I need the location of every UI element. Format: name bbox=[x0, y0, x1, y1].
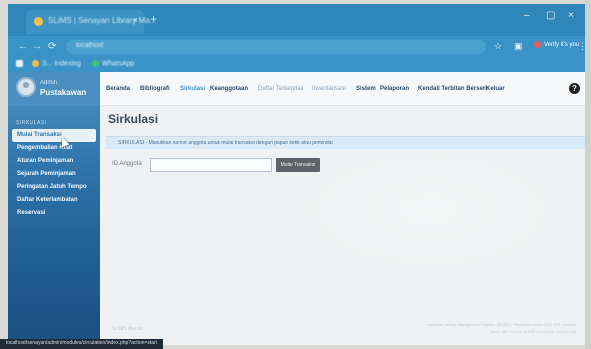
nav-keanggotaan[interactable]: Keanggotaan bbox=[210, 86, 248, 92]
help-icon[interactable]: ? bbox=[569, 83, 580, 94]
sidebar-item-mulai-transaksi[interactable]: Mulai Transaksi bbox=[12, 129, 96, 142]
top-navigation: Beranda Bibliografi Sirkulasi Keanggotaa… bbox=[100, 72, 586, 106]
nav-sirkulasi[interactable]: Sirkulasi bbox=[180, 86, 205, 92]
sidebar-item-reservasi[interactable]: Reservasi bbox=[8, 207, 100, 220]
nav-beranda[interactable]: Beranda bbox=[106, 86, 130, 92]
footer-credits: Senayan Library Management System (SLiMS… bbox=[427, 321, 576, 335]
tab-title: SLiMS | Senayan Library Ma... bbox=[48, 16, 157, 25]
favicon-icon bbox=[34, 17, 43, 26]
start-transaction-button[interactable]: Mulai Transaksi bbox=[276, 158, 320, 172]
tab-bar: SLiMS | Senayan Library Ma... × + – ▢ × bbox=[8, 4, 586, 36]
bookmark-icon bbox=[32, 60, 39, 67]
browser-window: SLiMS | Senayan Library Ma... × + – ▢ × … bbox=[8, 4, 586, 345]
info-text: SIRKULASI - Masukkan nomor anggota untuk… bbox=[118, 140, 333, 146]
footer-version: SLiMS Akasia bbox=[112, 326, 143, 332]
url-text: localhost bbox=[76, 42, 104, 49]
sidebar-section-heading: SIRKULASI bbox=[16, 120, 47, 126]
sidebar-item-pengembalian-kilat[interactable]: Pengembalian Kilat bbox=[8, 142, 100, 155]
user-role: Pustakawan bbox=[40, 88, 87, 97]
member-id-label: ID Anggota bbox=[112, 161, 142, 167]
sidebar: Admin Pustakawan SIRKULASI Mulai Transak… bbox=[8, 72, 100, 345]
bookmark-item[interactable]: S... Indexing bbox=[32, 60, 81, 67]
browser-tab[interactable]: SLiMS | Senayan Library Ma... × bbox=[26, 10, 156, 34]
verify-profile-button[interactable]: Verify it's you bbox=[534, 41, 579, 48]
slims-app: Admin Pustakawan SIRKULASI Mulai Transak… bbox=[8, 72, 586, 345]
bookmark-whatsapp[interactable]: WhatsApp bbox=[92, 60, 134, 67]
info-bar: SIRKULASI - Masukkan nomor anggota untuk… bbox=[106, 136, 586, 149]
nav-bibliografi[interactable]: Bibliografi bbox=[140, 86, 170, 92]
avatar bbox=[16, 77, 36, 97]
apps-grid-icon[interactable] bbox=[16, 60, 26, 67]
photo-frame: SLiMS | Senayan Library Ma... × + – ▢ × … bbox=[0, 0, 591, 349]
reload-icon[interactable]: ⟳ bbox=[48, 41, 56, 52]
nav-kendali-terbitan-berseri[interactable]: Kendali Terbitan Berseri bbox=[418, 86, 487, 92]
nav-inventarisasi[interactable]: Inventarisasi bbox=[312, 86, 346, 92]
page-title: Sirkulasi bbox=[108, 112, 159, 126]
tab-close-icon[interactable]: × bbox=[133, 15, 138, 25]
main-content: Beranda Bibliografi Sirkulasi Keanggotaa… bbox=[100, 72, 586, 345]
status-bar-url: localhost/senayan/admin/modules/circulat… bbox=[0, 339, 164, 349]
close-window-icon[interactable]: × bbox=[568, 10, 574, 21]
user-profile: Admin Pustakawan bbox=[8, 72, 100, 106]
sidebar-item-sejarah-peminjaman[interactable]: Sejarah Peminjaman bbox=[8, 168, 100, 181]
nav-sistem[interactable]: Sistem bbox=[356, 86, 376, 92]
user-name: Admin bbox=[40, 80, 58, 86]
member-id-input[interactable] bbox=[150, 158, 272, 172]
maximize-icon[interactable]: ▢ bbox=[546, 10, 555, 21]
sidebar-item-aturan-peminjaman[interactable]: Aturan Peminjaman bbox=[8, 155, 100, 168]
url-field[interactable]: localhost bbox=[66, 40, 486, 54]
profile-icon bbox=[534, 41, 541, 48]
sidebar-menu: Mulai Transaksi Pengembalian Kilat Atura… bbox=[8, 129, 100, 220]
minimize-icon[interactable]: – bbox=[524, 10, 530, 21]
footer-community: Made with love by SLiMS Developer Commun… bbox=[490, 329, 576, 334]
address-bar: ← → ⟳ localhost ☆ ▣ Verify it's you ⋮ bbox=[8, 36, 586, 58]
new-tab-icon[interactable]: + bbox=[150, 12, 157, 26]
bookmarks-bar: S... Indexing WhatsApp bbox=[8, 58, 586, 72]
forward-icon[interactable]: → bbox=[32, 41, 42, 52]
extensions-icon[interactable]: ▣ bbox=[514, 41, 523, 52]
whatsapp-icon bbox=[92, 60, 99, 67]
bookmark-star-icon[interactable]: ☆ bbox=[494, 41, 502, 52]
back-icon[interactable]: ← bbox=[18, 41, 28, 52]
sidebar-item-peringatan-jatuh-tempo[interactable]: Peringatan Jatuh Tempo bbox=[8, 181, 100, 194]
nav-daftar-terkendali[interactable]: Daftar Terkendali bbox=[258, 86, 303, 92]
monitor-bezel bbox=[585, 0, 591, 349]
nav-keluar[interactable]: Keluar bbox=[486, 86, 505, 92]
sidebar-item-daftar-keterlambatan[interactable]: Daftar Keterlambatan bbox=[8, 194, 100, 207]
nav-pelaporan[interactable]: Pelaporan bbox=[380, 86, 409, 92]
footer-license: Senayan Library Management System (SLiMS… bbox=[427, 322, 576, 327]
